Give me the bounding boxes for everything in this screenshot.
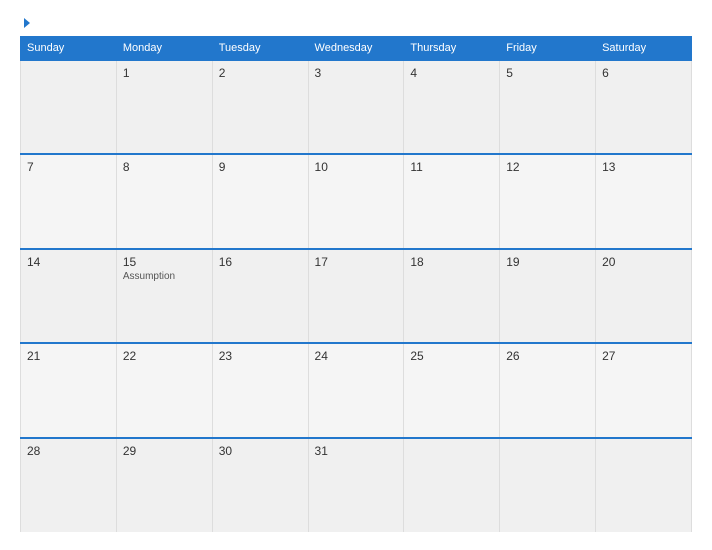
day-number: 7 bbox=[27, 160, 110, 174]
calendar-cell: 16 bbox=[212, 249, 308, 343]
calendar-cell: 4 bbox=[404, 60, 500, 154]
day-number: 24 bbox=[315, 349, 398, 363]
calendar-cell: 15 Assumption bbox=[116, 249, 212, 343]
day-number: 26 bbox=[506, 349, 589, 363]
calendar-cell: 27 bbox=[596, 343, 692, 437]
day-header-sunday: Sunday bbox=[21, 37, 117, 61]
calendar-cell: 30 bbox=[212, 438, 308, 532]
day-number: 15 bbox=[123, 255, 206, 269]
day-number: 21 bbox=[27, 349, 110, 363]
day-number: 14 bbox=[27, 255, 110, 269]
calendar-week-row: 123456 bbox=[21, 60, 692, 154]
day-number: 27 bbox=[602, 349, 685, 363]
logo-blue-text bbox=[20, 18, 30, 28]
calendar-body: 123456789101112131415Assumption161718192… bbox=[21, 60, 692, 532]
calendar-cell: 31 bbox=[308, 438, 404, 532]
calendar-cell bbox=[500, 438, 596, 532]
calendar-cell: 13 bbox=[596, 154, 692, 248]
day-number: 3 bbox=[315, 66, 398, 80]
day-number: 30 bbox=[219, 444, 302, 458]
day-number: 22 bbox=[123, 349, 206, 363]
calendar-cell: 21 bbox=[21, 343, 117, 437]
day-number: 8 bbox=[123, 160, 206, 174]
calendar-table: SundayMondayTuesdayWednesdayThursdayFrid… bbox=[20, 36, 692, 532]
day-number: 13 bbox=[602, 160, 685, 174]
day-header-tuesday: Tuesday bbox=[212, 37, 308, 61]
calendar-header-row: SundayMondayTuesdayWednesdayThursdayFrid… bbox=[21, 37, 692, 61]
day-number: 29 bbox=[123, 444, 206, 458]
day-number: 16 bbox=[219, 255, 302, 269]
calendar-cell: 25 bbox=[404, 343, 500, 437]
calendar-cell bbox=[404, 438, 500, 532]
day-number: 19 bbox=[506, 255, 589, 269]
calendar-week-row: 14 15 Assumption 16 17 18 19 20 bbox=[21, 249, 692, 343]
day-header-friday: Friday bbox=[500, 37, 596, 61]
day-number: 28 bbox=[27, 444, 110, 458]
calendar-cell: 1 bbox=[116, 60, 212, 154]
calendar-cell: 3 bbox=[308, 60, 404, 154]
day-number: 4 bbox=[410, 66, 493, 80]
day-number: 9 bbox=[219, 160, 302, 174]
calendar-cell: 2 bbox=[212, 60, 308, 154]
calendar-week-row: 28 29 30 31 bbox=[21, 438, 692, 532]
calendar-cell: 7 bbox=[21, 154, 117, 248]
calendar-cell: 22 bbox=[116, 343, 212, 437]
day-number: 6 bbox=[602, 66, 685, 80]
calendar-cell: 19 bbox=[500, 249, 596, 343]
calendar-cell: 26 bbox=[500, 343, 596, 437]
calendar-cell: 23 bbox=[212, 343, 308, 437]
calendar-cell: 8 bbox=[116, 154, 212, 248]
day-number: 31 bbox=[315, 444, 398, 458]
day-number: 23 bbox=[219, 349, 302, 363]
calendar-cell: 24 bbox=[308, 343, 404, 437]
calendar-cell: 17 bbox=[308, 249, 404, 343]
day-number: 11 bbox=[410, 160, 493, 174]
day-number: 12 bbox=[506, 160, 589, 174]
day-number: 1 bbox=[123, 66, 206, 80]
calendar-cell: 5 bbox=[500, 60, 596, 154]
calendar-cell: 9 bbox=[212, 154, 308, 248]
day-header-wednesday: Wednesday bbox=[308, 37, 404, 61]
calendar-cell bbox=[21, 60, 117, 154]
calendar-cell: 10 bbox=[308, 154, 404, 248]
logo bbox=[20, 18, 30, 28]
calendar-cell: 29 bbox=[116, 438, 212, 532]
calendar-cell: 18 bbox=[404, 249, 500, 343]
calendar-cell: 11 bbox=[404, 154, 500, 248]
logo-triangle-icon bbox=[24, 18, 30, 28]
calendar-cell: 6 bbox=[596, 60, 692, 154]
day-number: 2 bbox=[219, 66, 302, 80]
calendar-cell: 20 bbox=[596, 249, 692, 343]
calendar-week-row: 21 22 23 24 25 26 27 bbox=[21, 343, 692, 437]
calendar-cell: 14 bbox=[21, 249, 117, 343]
day-number: 5 bbox=[506, 66, 589, 80]
day-header-monday: Monday bbox=[116, 37, 212, 61]
day-header-saturday: Saturday bbox=[596, 37, 692, 61]
calendar-week-row: 789 10 11 12 13 bbox=[21, 154, 692, 248]
day-number: 17 bbox=[315, 255, 398, 269]
day-number: 10 bbox=[315, 160, 398, 174]
day-number: 25 bbox=[410, 349, 493, 363]
holiday-label: Assumption bbox=[123, 271, 206, 282]
day-number: 20 bbox=[602, 255, 685, 269]
calendar-header bbox=[20, 18, 692, 28]
day-header-thursday: Thursday bbox=[404, 37, 500, 61]
calendar-cell bbox=[596, 438, 692, 532]
day-number: 18 bbox=[410, 255, 493, 269]
calendar-cell: 28 bbox=[21, 438, 117, 532]
calendar-cell: 12 bbox=[500, 154, 596, 248]
